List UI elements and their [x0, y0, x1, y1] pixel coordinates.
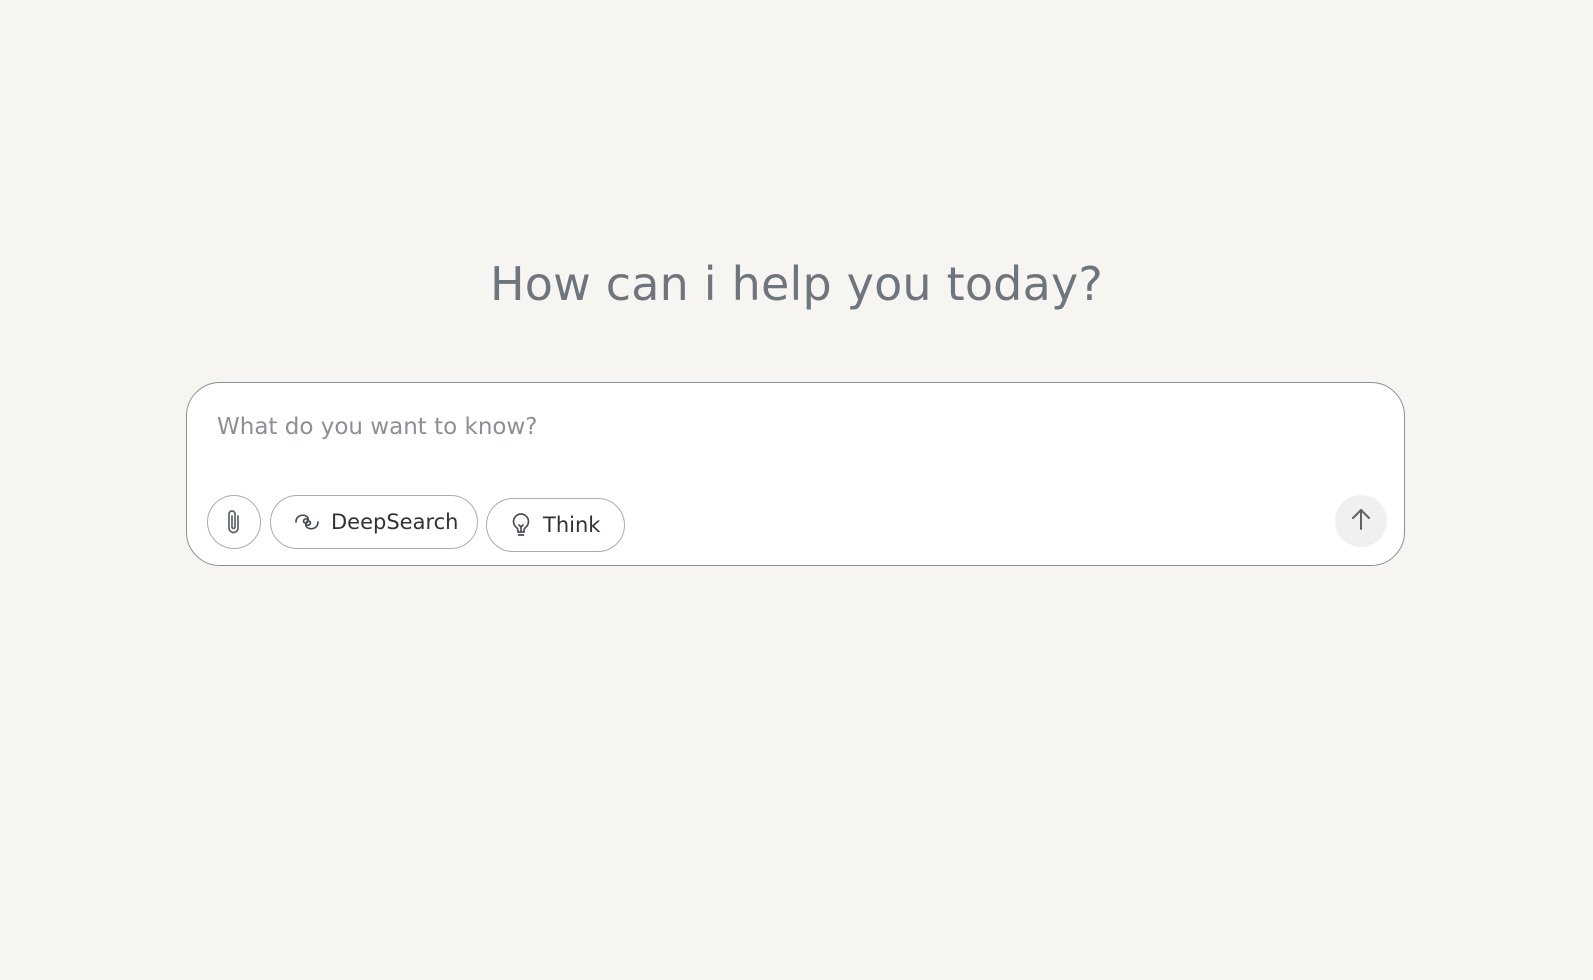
arrow-up-icon: [1349, 506, 1373, 536]
prompt-composer: DeepSearch Think: [186, 382, 1405, 566]
think-button[interactable]: Think: [486, 498, 625, 552]
page-title: How can i help you today?: [489, 257, 1104, 311]
send-button[interactable]: [1335, 495, 1387, 547]
prompt-input[interactable]: [217, 409, 1217, 445]
swirl-icon: [293, 510, 321, 534]
deepsearch-label: DeepSearch: [331, 510, 459, 534]
lightbulb-icon: [509, 510, 533, 540]
think-label: Think: [543, 513, 601, 537]
attach-button[interactable]: [207, 495, 261, 549]
paperclip-icon: [222, 507, 246, 537]
deepsearch-button[interactable]: DeepSearch: [270, 495, 478, 549]
